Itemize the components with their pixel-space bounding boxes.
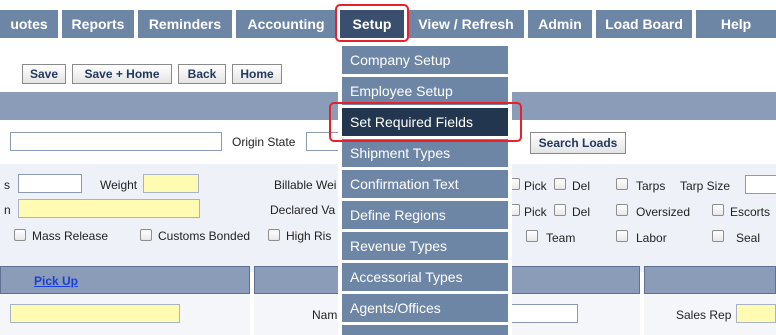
oversized-checkbox[interactable] [616, 204, 628, 216]
billable-weight-label: Billable Wei [274, 178, 337, 192]
mass-release-checkbox[interactable] [14, 229, 26, 241]
del-label-1: Del [572, 179, 591, 193]
pick-up-input[interactable] [10, 304, 180, 323]
back-button[interactable]: Back [178, 64, 226, 84]
sales-rep-label: Sales Rep [676, 308, 732, 322]
del-label-2: Del [572, 205, 591, 219]
labor-label: Labor [636, 231, 667, 245]
nav-help[interactable]: Help [696, 10, 776, 38]
customs-bonded-label: Customs Bonded [158, 229, 251, 243]
tarps-checkbox[interactable] [616, 178, 628, 190]
save-button[interactable]: Save [22, 64, 66, 84]
tarp-size-input[interactable] [745, 175, 776, 194]
nav-view-refresh[interactable]: View / Refresh [408, 10, 524, 38]
labor-checkbox[interactable] [616, 230, 628, 242]
tarp-size-label: Tarp Size [680, 179, 731, 193]
menu-item-company-setup[interactable]: Company Setup [342, 46, 508, 74]
menu-item-shipment-types[interactable]: Shipment Types [342, 139, 508, 167]
menu-item-revenue-types[interactable]: Revenue Types [342, 232, 508, 260]
tarps-label: Tarps [636, 179, 666, 193]
nav-reports[interactable]: Reports [62, 10, 134, 38]
menu-item-employee-setup[interactable]: Employee Setup [342, 77, 508, 105]
weight-input[interactable] [143, 174, 199, 193]
field-n-input[interactable] [18, 199, 200, 218]
menu-item-define-regions[interactable]: Define Regions [342, 201, 508, 229]
weight-label: Weight [100, 178, 138, 192]
menu-item-partial[interactable] [342, 325, 508, 335]
name-label: Nam [312, 308, 338, 322]
search-loads-button[interactable]: Search Loads [530, 132, 626, 154]
escorts-checkbox[interactable] [712, 204, 724, 216]
n-label: n [4, 203, 11, 217]
pick-label-2: Pick [524, 205, 547, 219]
search-input[interactable] [10, 132, 222, 151]
del-checkbox-1[interactable] [554, 178, 566, 190]
save-home-button[interactable]: Save + Home [72, 64, 172, 84]
nav-reminders[interactable]: Reminders [138, 10, 232, 38]
pick-label-1: Pick [524, 179, 547, 193]
high-risk-checkbox[interactable] [268, 229, 280, 241]
seal-checkbox[interactable] [712, 230, 724, 242]
nav-admin[interactable]: Admin [528, 10, 592, 38]
nav-accounting[interactable]: Accounting [236, 10, 336, 38]
menu-item-accessorial-types[interactable]: Accessorial Types [342, 263, 508, 291]
menu-item-agents-offices[interactable]: Agents/Offices [342, 294, 508, 322]
team-checkbox[interactable] [526, 230, 538, 242]
seal-label: Seal [736, 231, 761, 245]
right-section-header [644, 266, 776, 294]
setup-highlight-box [335, 4, 409, 42]
customs-bonded-checkbox[interactable] [140, 229, 152, 241]
field-s-input[interactable] [18, 174, 82, 193]
home-button[interactable]: Home [232, 64, 282, 84]
mass-release-label: Mass Release [32, 229, 109, 243]
s-label: s [4, 178, 10, 192]
escorts-label: Escorts [730, 205, 771, 219]
nav-quotes[interactable]: uotes [0, 10, 58, 38]
sales-rep-input[interactable] [736, 304, 776, 323]
oversized-label: Oversized [636, 205, 691, 219]
setup-dropdown-menu: Company Setup Employee Setup Set Require… [338, 42, 512, 335]
nav-load-board[interactable]: Load Board [596, 10, 692, 38]
del-checkbox-2[interactable] [554, 204, 566, 216]
high-risk-label: High Ris [286, 229, 332, 243]
origin-state-label: Origin State [232, 135, 296, 149]
pick-up-link[interactable]: Pick Up [34, 274, 78, 288]
team-label: Team [546, 231, 576, 245]
menu-item-confirmation-text[interactable]: Confirmation Text [342, 170, 508, 198]
declared-value-label: Declared Va [270, 203, 336, 217]
set-required-fields-highlight-box [329, 102, 522, 142]
